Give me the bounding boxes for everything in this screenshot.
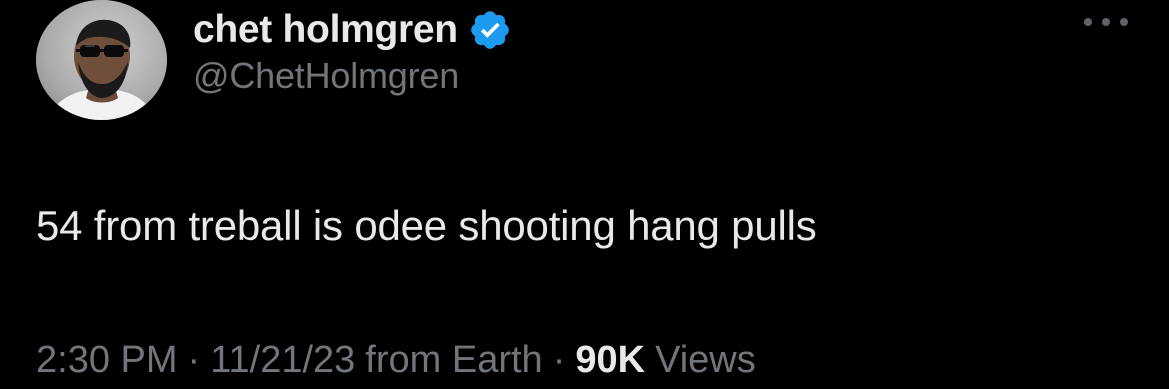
avatar-photo-icon — [36, 0, 167, 120]
tweet-source: from Earth — [365, 339, 543, 381]
more-options-dot-icon — [1102, 18, 1110, 26]
tweet-text: 54 from treball is odee shooting hang pu… — [36, 202, 817, 249]
verified-badge-icon — [471, 11, 509, 49]
tweet-card: chet holmgren @ChetHolmgren 54 from treb… — [0, 0, 1169, 389]
meta-separator: · — [552, 339, 566, 381]
author-handle[interactable]: @ChetHolmgren — [193, 58, 459, 94]
more-options-dot-icon — [1120, 18, 1128, 26]
author-display-name[interactable]: chet holmgren — [193, 10, 458, 49]
tweet-time[interactable]: 2:30 PM — [36, 341, 178, 379]
meta-separator: · — [187, 339, 201, 381]
tweet-date[interactable]: 11/21/23 — [210, 341, 355, 379]
tweet-meta: 2:30 PM · 11/21/23 from Earth · 90K View… — [36, 341, 756, 379]
more-options-dot-icon — [1084, 18, 1092, 26]
views-label[interactable]: Views — [655, 341, 756, 379]
avatar[interactable] — [36, 0, 167, 120]
views-count[interactable]: 90K — [575, 341, 655, 379]
author-row: chet holmgren — [193, 4, 512, 54]
more-options-button[interactable] — [1078, 8, 1134, 36]
